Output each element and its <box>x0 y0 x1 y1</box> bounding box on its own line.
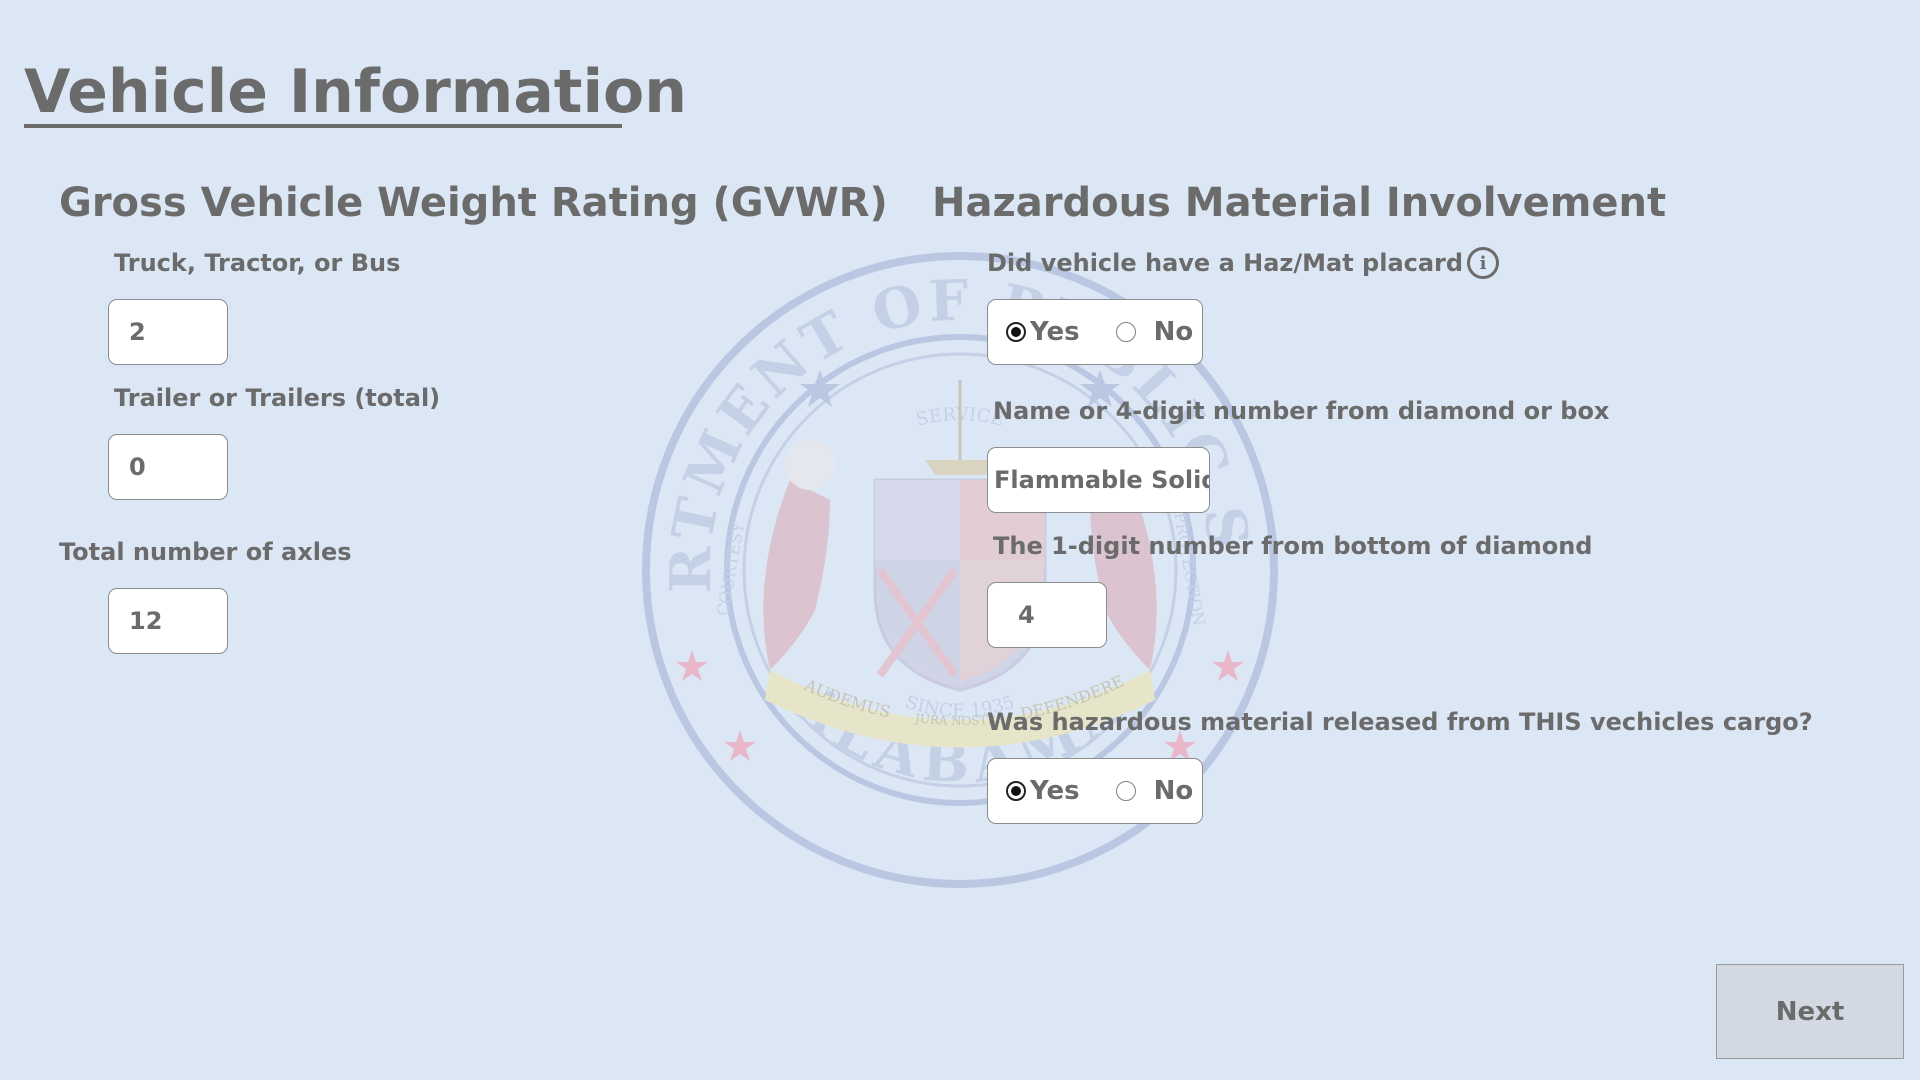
digit-input[interactable]: 4 <box>987 582 1107 648</box>
axles-input-value: 12 <box>129 607 163 635</box>
hazmat-heading: Hazardous Material Involvement <box>932 180 1667 226</box>
released-yes-label: Yes <box>1030 776 1080 806</box>
page-title-underline <box>24 124 622 128</box>
placard-yes-radio[interactable] <box>1006 322 1026 342</box>
released-question-label: Was hazardous material released from THI… <box>987 708 1813 736</box>
truck-label: Truck, Tractor, or Bus <box>114 249 401 277</box>
digit-label: The 1-digit number from bottom of diamon… <box>993 532 1593 560</box>
info-icon[interactable]: i <box>1467 247 1500 279</box>
released-radio-group: Yes No <box>987 758 1203 824</box>
page-title: Vehicle Information <box>24 57 687 127</box>
placard-yes-label: Yes <box>1030 317 1080 347</box>
placard-no-option[interactable]: No <box>1115 317 1194 347</box>
gvwr-heading: Gross Vehicle Weight Rating (GVWR) <box>59 180 888 226</box>
released-yes-radio[interactable] <box>1006 781 1026 801</box>
axles-label: Total number of axles <box>59 538 352 566</box>
truck-input[interactable]: 2 <box>108 299 228 365</box>
released-no-option[interactable]: No <box>1115 776 1194 806</box>
trailer-label: Trailer or Trailers (total) <box>114 384 441 412</box>
released-no-label: No <box>1153 776 1194 806</box>
released-yes-option[interactable]: Yes <box>1006 776 1080 806</box>
placard-yes-option[interactable]: Yes <box>1006 317 1080 347</box>
placard-no-label: No <box>1153 317 1194 347</box>
axles-input[interactable]: 12 <box>108 588 228 654</box>
placard-question-row: Did vehicle have a Haz/Mat placard i <box>987 247 1500 279</box>
placard-no-radio[interactable] <box>1115 322 1136 342</box>
released-no-radio[interactable] <box>1115 781 1136 801</box>
name-number-input[interactable]: Flammable Solid <box>987 447 1210 513</box>
placard-radio-group: Yes No <box>987 299 1203 365</box>
placard-question-label: Did vehicle have a Haz/Mat placard <box>987 249 1464 277</box>
digit-input-value: 4 <box>1018 601 1035 629</box>
trailer-input[interactable]: 0 <box>108 434 228 500</box>
truck-input-value: 2 <box>129 318 146 346</box>
trailer-input-value: 0 <box>129 453 146 481</box>
name-number-input-value: Flammable Solid <box>994 466 1210 494</box>
name-number-label: Name or 4-digit number from diamond or b… <box>993 397 1610 425</box>
next-button[interactable]: Next <box>1716 964 1904 1059</box>
